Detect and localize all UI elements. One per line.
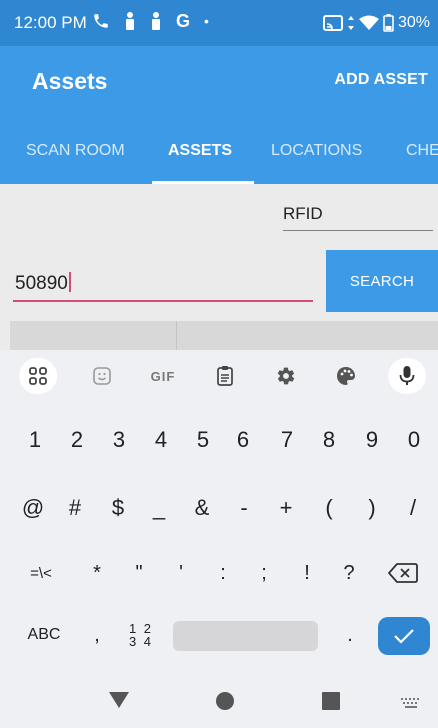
tab-checkout[interactable]: CHE	[406, 142, 438, 160]
key-0[interactable]: 0	[393, 416, 435, 464]
key-more-symbols[interactable]: =\<	[20, 549, 62, 597]
keyboard-toolbar: GIF	[0, 350, 438, 402]
key-6[interactable]: 6	[222, 416, 264, 464]
cast-icon	[322, 13, 343, 33]
key-at[interactable]: @	[12, 484, 54, 532]
backspace-icon[interactable]	[382, 549, 424, 597]
navigation-bar	[0, 675, 438, 728]
key-9[interactable]: 9	[351, 416, 393, 464]
tab-scan-room[interactable]: SCAN ROOM	[26, 142, 125, 160]
clipboard-icon[interactable]	[206, 358, 244, 394]
key-exclamation[interactable]: !	[286, 549, 328, 597]
status-left-icons: G •	[92, 11, 209, 31]
app-bar: Assets ADD ASSET	[0, 46, 438, 116]
rfid-selected-value: RFID	[283, 204, 323, 223]
recents-icon[interactable]	[321, 691, 341, 711]
key-2[interactable]: 2	[56, 416, 98, 464]
key-1[interactable]: 1	[14, 416, 56, 464]
key-close-paren[interactable]: )	[351, 484, 393, 532]
status-right-icons: 30%	[322, 13, 430, 33]
abc-key[interactable]: ABC	[16, 612, 72, 658]
key-5[interactable]: 5	[182, 416, 224, 464]
key-7[interactable]: 7	[266, 416, 308, 464]
add-asset-button[interactable]: ADD ASSET	[334, 71, 428, 89]
person-icon	[124, 11, 136, 31]
key-open-paren[interactable]: (	[308, 484, 350, 532]
key-comma[interactable]: ,	[85, 612, 109, 658]
space-key[interactable]	[173, 621, 318, 651]
page-title: Assets	[32, 68, 108, 94]
rfid-dropdown[interactable]: RFID	[283, 201, 433, 231]
key-hash[interactable]: #	[54, 484, 96, 532]
mic-icon[interactable]	[388, 358, 426, 394]
person-icon	[150, 11, 162, 31]
key-asterisk[interactable]: *	[76, 549, 118, 597]
key-underscore[interactable]: _	[138, 484, 180, 532]
key-minus[interactable]: -	[223, 484, 265, 532]
gif-button[interactable]: GIF	[144, 358, 182, 394]
key-4[interactable]: 4	[140, 416, 182, 464]
key-plus[interactable]: +	[265, 484, 307, 532]
search-button[interactable]: SEARCH	[326, 250, 438, 312]
apps-grid-icon[interactable]	[19, 358, 57, 394]
status-bar: 12:00 PM G • 30%	[0, 0, 438, 46]
fraction-key[interactable]: 1 2 3 4	[122, 612, 160, 658]
sticker-icon[interactable]	[83, 358, 121, 394]
tab-locations[interactable]: LOCATIONS	[271, 142, 362, 160]
key-semicolon[interactable]: ;	[243, 549, 285, 597]
key-ampersand[interactable]: &	[181, 484, 223, 532]
tab-bar: SCAN ROOM ASSETS LOCATIONS CHE	[0, 116, 438, 184]
key-slash[interactable]: /	[392, 484, 434, 532]
battery-percent: 30%	[397, 14, 430, 31]
results-list-header	[10, 321, 438, 350]
key-single-quote[interactable]: '	[160, 549, 202, 597]
asset-search-form: RFID 50890 SEARCH	[0, 184, 438, 350]
soft-keyboard: GIF 1 2 3 4 5 6 7 8 9 0 @ # $ _ & - + (	[0, 350, 438, 675]
key-colon[interactable]: :	[202, 549, 244, 597]
keyboard-switch-icon[interactable]	[400, 697, 422, 709]
key-3[interactable]: 3	[98, 416, 140, 464]
wifi-icon	[358, 13, 379, 33]
check-icon	[394, 629, 414, 644]
settings-icon[interactable]	[267, 358, 305, 394]
back-icon[interactable]	[108, 691, 130, 709]
key-period[interactable]: .	[338, 612, 362, 658]
palette-icon[interactable]	[327, 358, 365, 394]
status-time: 12:00 PM	[14, 13, 87, 32]
column-divider	[176, 321, 177, 350]
key-8[interactable]: 8	[308, 416, 350, 464]
text-caret	[68, 272, 71, 292]
key-question[interactable]: ?	[328, 549, 370, 597]
enter-key[interactable]	[378, 617, 430, 655]
search-input-value: 50890	[15, 272, 71, 295]
key-dollar[interactable]: $	[97, 484, 139, 532]
tab-assets[interactable]: ASSETS	[168, 142, 232, 160]
key-double-quote[interactable]: "	[118, 549, 160, 597]
battery-icon	[383, 13, 394, 33]
google-icon: G	[176, 10, 191, 31]
data-arrows-icon	[347, 13, 355, 33]
search-input[interactable]: 50890	[13, 264, 313, 302]
dot-icon: •	[204, 13, 209, 29]
phone-icon	[92, 11, 110, 31]
fraction-bottom: 3 4	[128, 634, 154, 649]
home-icon[interactable]	[215, 691, 235, 711]
